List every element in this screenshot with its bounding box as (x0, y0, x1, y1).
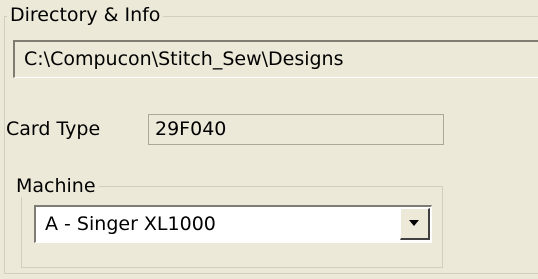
machine-title: Machine (13, 175, 99, 197)
machine-selected-value: A - Singer XL1000 (45, 213, 216, 235)
card-type-value: 29F040 (148, 114, 444, 145)
chevron-down-icon (409, 220, 419, 226)
directory-path-field[interactable]: C:\Compucon\Stitch_Sew\Designs (13, 40, 538, 78)
machine-select[interactable]: A - Singer XL1000 (34, 205, 432, 243)
machine-dropdown-button[interactable] (400, 208, 430, 240)
directory-info-title: Directory & Info (7, 4, 164, 26)
card-type-label: Card Type (6, 118, 101, 140)
